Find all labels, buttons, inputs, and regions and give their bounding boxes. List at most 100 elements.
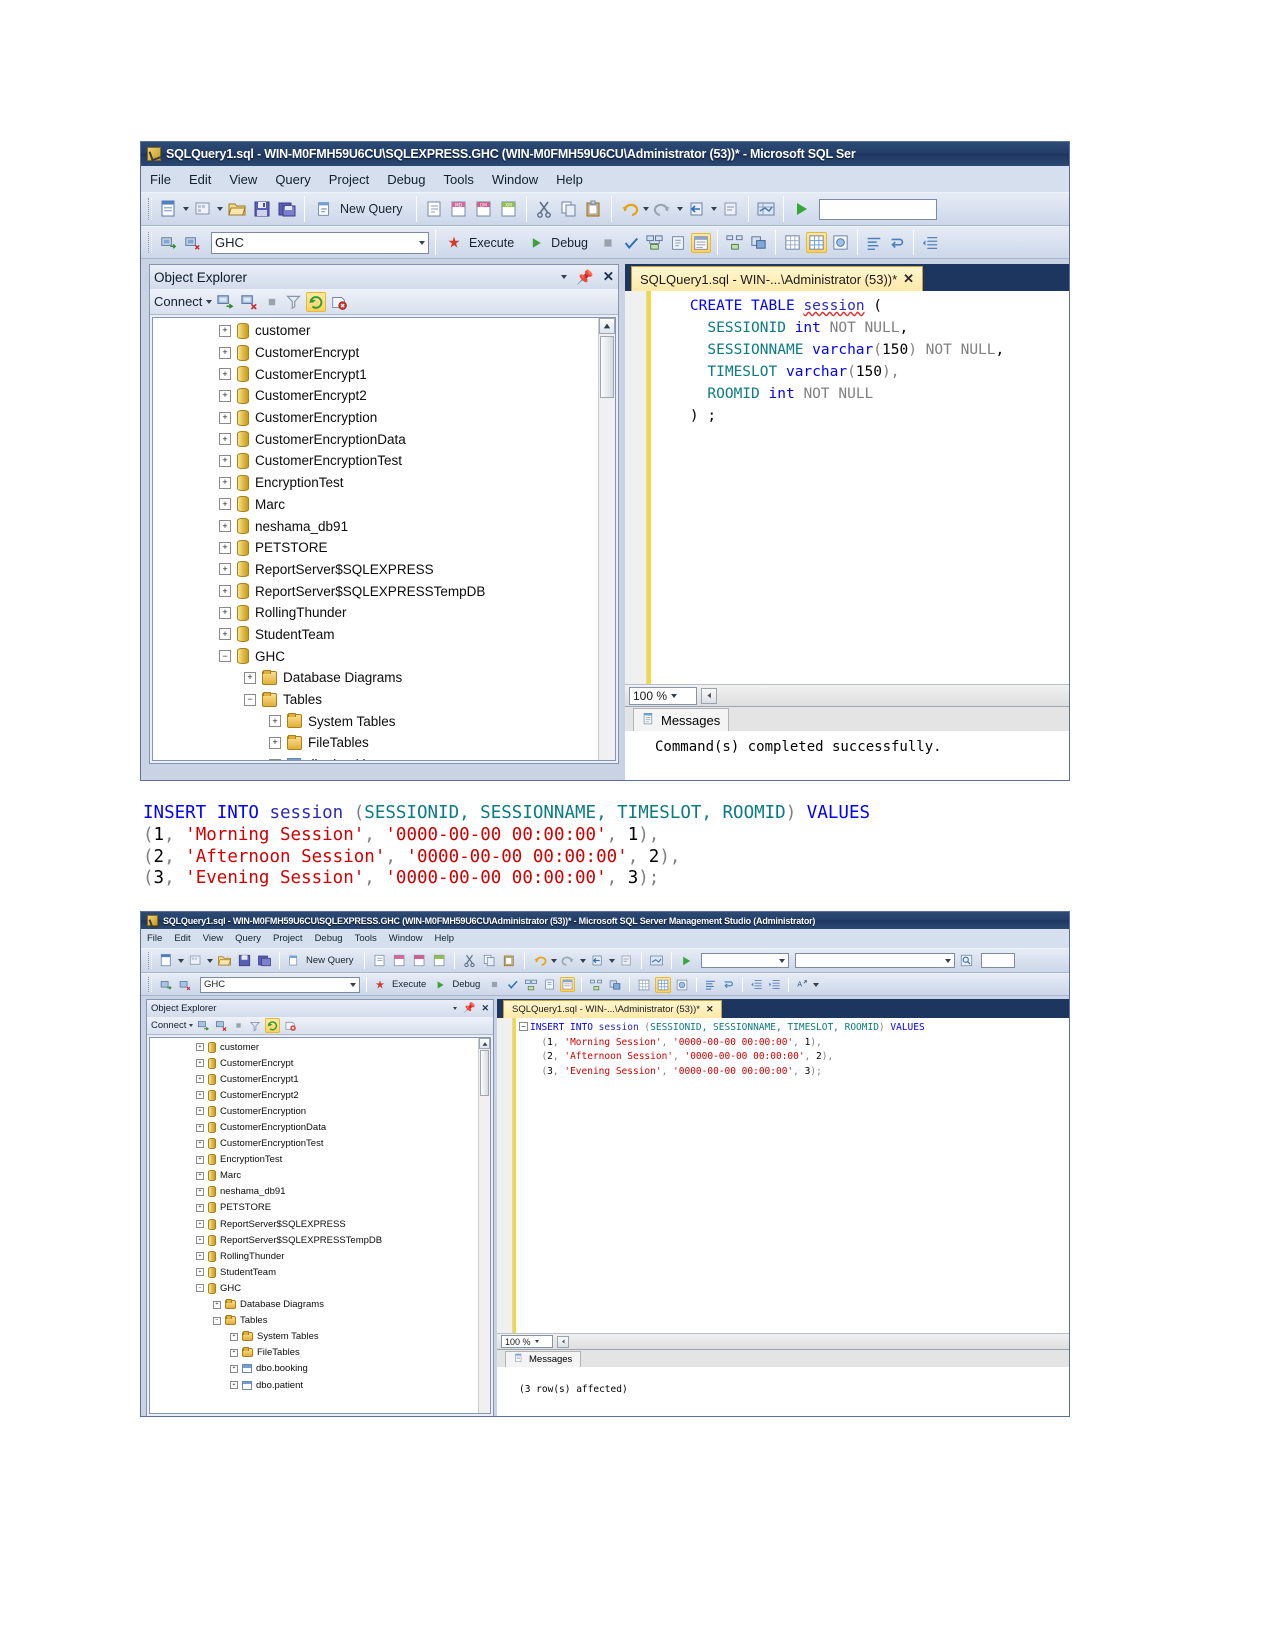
cancel-script-icon[interactable] [329,292,349,312]
debug-button[interactable]: Debug [524,233,595,253]
scroll-up-arrow-icon[interactable] [479,1038,490,1049]
tree-node-neshama-db91[interactable]: + neshama_db91 [153,515,615,537]
messages-output-top[interactable]: Command(s) completed successfully. [625,731,1069,780]
tree-node-customer[interactable]: + customer [150,1039,490,1055]
menu-help[interactable]: Help [547,172,592,187]
navigate-dropdown-icon[interactable] [608,958,615,963]
database-selector[interactable]: GHC [200,976,360,993]
menu-project[interactable]: Project [320,172,378,187]
new-project-dropdown-icon[interactable] [178,958,184,963]
query-options-icon[interactable] [668,233,688,253]
find-in-files-combo[interactable] [818,198,937,220]
new-analysis-services-xmla-query-icon[interactable] [431,952,448,969]
tree-node-studentteam[interactable]: + StudentTeam [150,1264,490,1280]
menu-edit[interactable]: Edit [168,933,196,944]
expand-toggle-icon[interactable]: + [196,1187,204,1196]
menu-bar-bottom[interactable]: File Edit View Query Project Debug Tools… [141,929,1069,948]
expand-toggle-icon[interactable]: + [196,1220,204,1229]
tree-container[interactable]: + customer + CustomerEncrypt + CustomerEncryp… [153,318,615,760]
scroll-up-arrow-icon[interactable] [599,318,615,334]
database-selector[interactable]: GHC [211,231,429,254]
add-new-item-icon[interactable] [187,952,204,969]
zoom-chevron-down-icon[interactable] [534,1340,539,1343]
standard-toolbar-top[interactable]: New Query MD DM XM [141,192,1069,226]
tree-node-ghc[interactable]: − GHC [153,645,615,667]
menu-edit[interactable]: Edit [180,172,220,187]
open-file-icon[interactable] [226,198,248,220]
expand-toggle-icon[interactable]: + [269,715,281,728]
increase-indent-icon[interactable] [767,977,782,992]
expand-toggle-icon[interactable]: + [196,1059,204,1068]
execute-button[interactable]: Execute [442,233,521,253]
menu-help[interactable]: Help [429,933,461,944]
expand-toggle-icon[interactable]: + [219,498,231,511]
document-tabstrip-top[interactable]: SQLQuery1.sql - WIN-...\Administrator (5… [625,264,1069,291]
find-combo-2-chevron-down-icon[interactable] [944,958,951,963]
zoom-chevron-down-icon[interactable] [671,693,678,698]
navigate-backward-icon[interactable] [589,952,606,969]
include-actual-execution-plan-icon[interactable] [724,232,745,253]
messages-output-bottom[interactable]: (3 row(s) affected) [497,1367,1069,1416]
close-panel-icon[interactable]: ✕ [603,269,614,285]
menu-query[interactable]: Query [229,933,267,944]
tree-node-customerencrypt2[interactable]: + CustomerEncrypt2 [153,385,615,407]
undo-dropdown-icon[interactable] [642,207,649,211]
zoom-combo-bottom[interactable]: 100 % [501,1335,553,1348]
tree-node-tables[interactable]: − Tables [153,689,615,711]
menu-file[interactable]: File [141,933,168,944]
format-font-icon[interactable]: A [795,977,810,992]
change-connection-icon[interactable] [177,977,193,993]
database-selector-chevron-down-icon[interactable] [350,982,356,987]
copy-icon[interactable] [558,198,580,220]
results-to-text-grid-icon[interactable] [806,232,828,253]
redo-icon[interactable] [652,198,674,220]
stop-icon[interactable] [487,977,502,992]
tree-node-filetables[interactable]: + FileTables [153,732,615,754]
zoom-combo-top[interactable]: 100 % [629,686,697,705]
add-item-dropdown-icon[interactable] [207,958,213,963]
new-database-engine-query-icon[interactable] [371,952,388,969]
tab-close-icon[interactable]: ✕ [706,1004,714,1015]
expand-toggle-icon[interactable]: + [196,1043,204,1052]
messages-pane-top[interactable]: Messages Command(s) completed successful… [625,706,1069,780]
connect-object-explorer-icon[interactable] [158,977,174,993]
new-analysis-services-mdx-query-icon[interactable] [391,952,408,969]
collapse-toggle-icon[interactable]: − [219,650,231,663]
comment-lines-icon[interactable] [703,977,718,992]
expand-toggle-icon[interactable]: + [196,1203,204,1212]
tree-node-system-tables[interactable]: + System Tables [150,1329,490,1345]
expand-toggle-icon[interactable]: + [196,1252,204,1261]
sql-editor-bottom[interactable]: − INSERT INTO session (SESSIONID, SESSIO… [497,1018,1069,1333]
new-analysis-services-mdx-query-icon[interactable]: MD [448,198,470,220]
search-box[interactable] [980,953,1015,968]
document-tabstrip-bottom[interactable]: SQLQuery1.sql - WIN-...\Administrator (5… [497,999,1069,1018]
navigate-backward-icon[interactable] [686,198,708,220]
tree-node-database-diagrams[interactable]: + Database Diagrams [153,667,615,689]
expand-toggle-icon[interactable]: + [219,454,231,467]
messages-tabstrip-top[interactable]: Messages [625,707,1069,731]
paste-icon[interactable] [583,198,605,220]
menu-debug[interactable]: Debug [309,933,349,944]
editor-zoom-bar-bottom[interactable]: 100 % [497,1333,1069,1349]
results-to-text-icon[interactable] [560,977,576,992]
editor-zoom-bar-top[interactable]: 100 % [625,684,1069,706]
ssms-window-bottom[interactable]: SQLQuery1.sql - WIN-M0FMH59U6CU\SQLEXPRE… [140,911,1070,1417]
show-diagram-pane-icon[interactable] [755,198,777,220]
tree-node-customerencrypt1[interactable]: + CustomerEncrypt1 [150,1071,490,1087]
expand-toggle-icon[interactable]: + [219,628,231,641]
collapse-toggle-icon[interactable]: − [244,693,256,706]
tree-node-dbo-patient[interactable]: + dbo.patient [150,1377,490,1393]
tree-node-customerencrypt2[interactable]: + CustomerEncrypt2 [150,1087,490,1103]
panel-menu-chevron-down-icon[interactable] [561,275,568,279]
menu-view[interactable]: View [197,933,229,944]
tree-node-reportserver-sqlexpresstempdb[interactable]: + ReportServer$SQLEXPRESSTempDB [150,1232,490,1248]
navigate-forward-icon[interactable] [618,952,635,969]
standard-toolbar-bottom[interactable]: New Query [141,948,1069,973]
execute-play-icon[interactable] [790,198,812,220]
scroll-left-button[interactable] [557,1335,569,1348]
tree-node-encryptiontest[interactable]: + EncryptionTest [150,1152,490,1168]
menu-window[interactable]: Window [383,933,429,944]
cut-icon[interactable] [461,952,478,969]
menu-project[interactable]: Project [267,933,309,944]
connect-chevron-down-icon[interactable] [206,299,213,304]
